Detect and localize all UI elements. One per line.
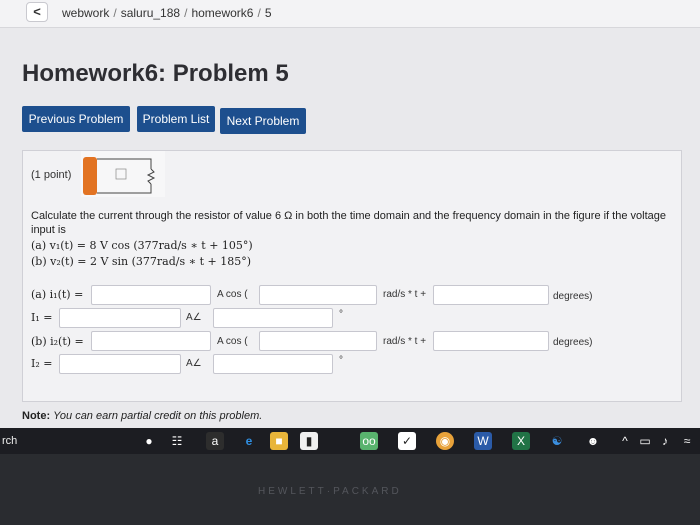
chevron-up-icon[interactable]: ^: [616, 432, 634, 450]
edge-icon[interactable]: e: [240, 432, 258, 450]
people-icon[interactable]: ☯: [548, 432, 566, 450]
excel-icon[interactable]: X: [512, 432, 530, 450]
unit-angle-I2: A∠: [186, 358, 202, 369]
unit-degrees-b: degrees): [553, 337, 593, 348]
note-label: Note:: [22, 410, 51, 422]
equation-a: (a) v₁(t) = 8 V cos (377rad/s ∗ t + 105°…: [31, 239, 253, 252]
answer-a-amplitude-input[interactable]: [91, 285, 211, 305]
partial-credit-note: Note: You can earn partial credit on thi…: [22, 410, 262, 422]
unit-rads-b: rad/s * t +: [383, 336, 427, 347]
unit-cos-a: A cos (: [217, 289, 248, 300]
amazon-icon[interactable]: a: [206, 432, 224, 450]
answer-b-phase-input[interactable]: [433, 331, 549, 351]
unit-degrees-a: degrees): [553, 291, 593, 302]
app-icon[interactable]: ✓: [398, 432, 416, 450]
microphone-icon[interactable]: ●: [140, 432, 158, 450]
chrome-icon[interactable]: ◉: [436, 432, 454, 450]
laptop-brand-label: HEWLETT·PACKARD: [258, 486, 402, 497]
answer-a-omega-input[interactable]: [259, 285, 377, 305]
breadcrumb-item[interactable]: saluru_188: [121, 6, 180, 20]
answer-a-phase-input[interactable]: [433, 285, 549, 305]
breadcrumb-item: 5: [264, 6, 272, 20]
chevron-left-icon: <: [33, 4, 41, 19]
tripadvisor-icon[interactable]: oo: [360, 432, 378, 450]
circuit-figure: [81, 151, 165, 197]
points-label: (1 point): [31, 169, 72, 181]
file-explorer-icon[interactable]: ■: [270, 432, 288, 450]
problem-box: (1 point) Calculate the current through …: [22, 150, 682, 402]
breadcrumb: webwork / saluru_188/homework6/5: [62, 6, 272, 20]
next-problem-button[interactable]: Next Problem: [220, 108, 306, 134]
note-text: You can earn partial credit on this prob…: [53, 410, 263, 422]
breadcrumb-item[interactable]: webwork: [62, 6, 109, 20]
row-b-label: (b) i₂(t) =: [31, 335, 84, 348]
answer-I1-angle-input[interactable]: [213, 308, 333, 328]
unit-cos-b: A cos (: [217, 336, 248, 347]
screen: < webwork / saluru_188/homework6/5 Homewor…: [0, 0, 700, 428]
breadcrumb-separator: /: [257, 6, 261, 20]
task-view-icon[interactable]: ☷: [168, 432, 186, 450]
volume-icon[interactable]: ♪: [656, 432, 674, 450]
row-I1-label: I₁ =: [31, 311, 53, 324]
problem-list-button[interactable]: Problem List: [137, 106, 215, 132]
page-title: Homework6: Problem 5: [22, 60, 289, 87]
back-button[interactable]: <: [26, 2, 48, 22]
answer-b-omega-input[interactable]: [259, 331, 377, 351]
answer-I2-magnitude-input[interactable]: [59, 354, 181, 374]
breadcrumb-bar: < webwork / saluru_188/homework6/5: [0, 0, 700, 28]
problem-description: Calculate the current through the resist…: [31, 210, 666, 236]
answer-b-amplitude-input[interactable]: [91, 331, 211, 351]
previous-problem-button[interactable]: Previous Problem: [22, 106, 130, 132]
user-icon[interactable]: ☻: [584, 432, 602, 450]
breadcrumb-separator: /: [113, 6, 117, 20]
word-icon[interactable]: W: [474, 432, 492, 450]
unit-degree-symbol-I2: °: [339, 355, 343, 366]
store-icon[interactable]: ▮: [300, 432, 318, 450]
answer-I2-angle-input[interactable]: [213, 354, 333, 374]
battery-icon[interactable]: ▭: [636, 432, 654, 450]
breadcrumb-separator: /: [184, 6, 188, 20]
unit-angle-I1: A∠: [186, 312, 202, 323]
taskbar-search-fragment[interactable]: rch: [0, 430, 30, 452]
unit-rads-a: rad/s * t +: [383, 289, 427, 300]
row-I2-label: I₂ =: [31, 357, 53, 370]
equation-b: (b) v₂(t) = 2 V sin (377rad/s ∗ t + 185°…: [31, 255, 252, 268]
wifi-icon[interactable]: ≈: [678, 432, 696, 450]
breadcrumb-item[interactable]: homework6: [191, 6, 253, 20]
answer-I1-magnitude-input[interactable]: [59, 308, 181, 328]
row-a-label: (a) i₁(t) =: [31, 288, 84, 301]
unit-degree-symbol-I1: °: [339, 309, 343, 320]
